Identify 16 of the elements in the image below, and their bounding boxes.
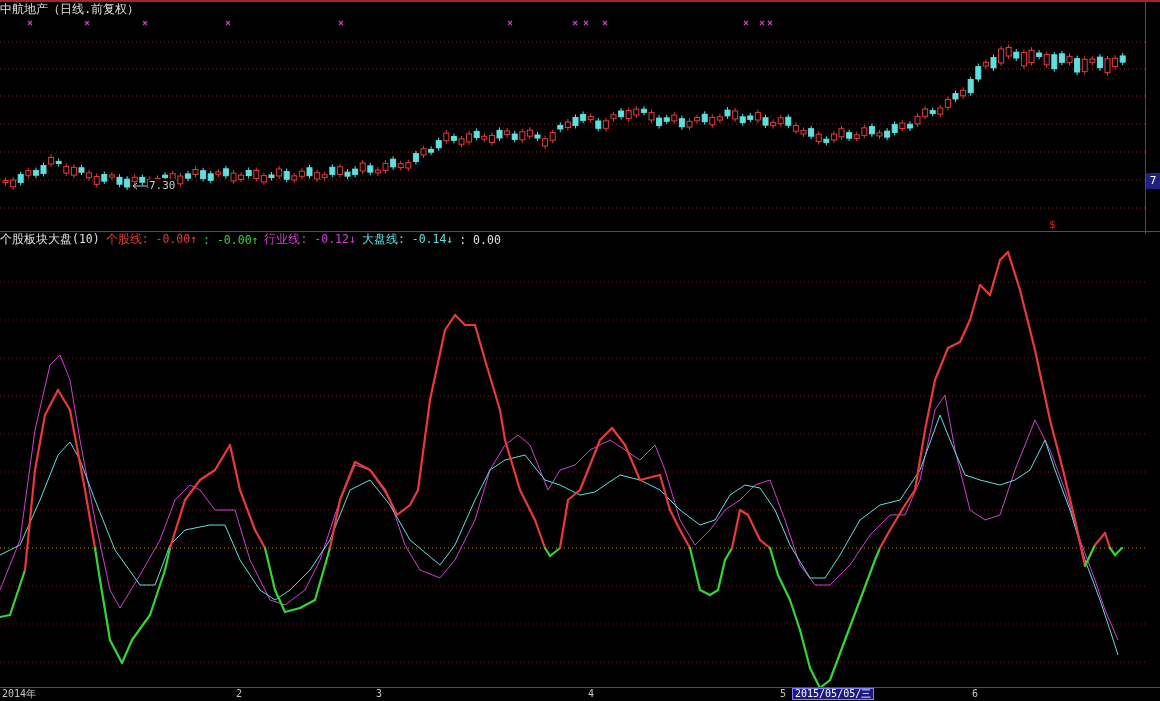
legend-value: : -0.00↑ — [203, 232, 259, 247]
date-label: 3 — [376, 688, 383, 701]
legend-value: 个股线: -0.00↑ — [105, 232, 198, 248]
legend-value: 大盘线: -0.14↓ — [361, 232, 454, 248]
signal-mark: $ — [1049, 218, 1056, 231]
indicator-name: 个股板块大盘(10) — [0, 232, 100, 248]
price-axis-label: 7 — [1146, 173, 1160, 189]
price-label: 7.30 — [149, 179, 176, 192]
date-label: 2014年 — [2, 688, 37, 701]
date-label: 6 — [972, 688, 979, 701]
legend-value: : 0.00 — [459, 232, 501, 247]
date-label: 4 — [588, 688, 595, 701]
date-cursor-label: 2015/05/05/三 — [792, 688, 875, 701]
legend-value: 行业线: -0.12↓ — [264, 232, 356, 248]
date-label: 2 — [236, 688, 243, 701]
date-label: 5 — [780, 688, 787, 701]
